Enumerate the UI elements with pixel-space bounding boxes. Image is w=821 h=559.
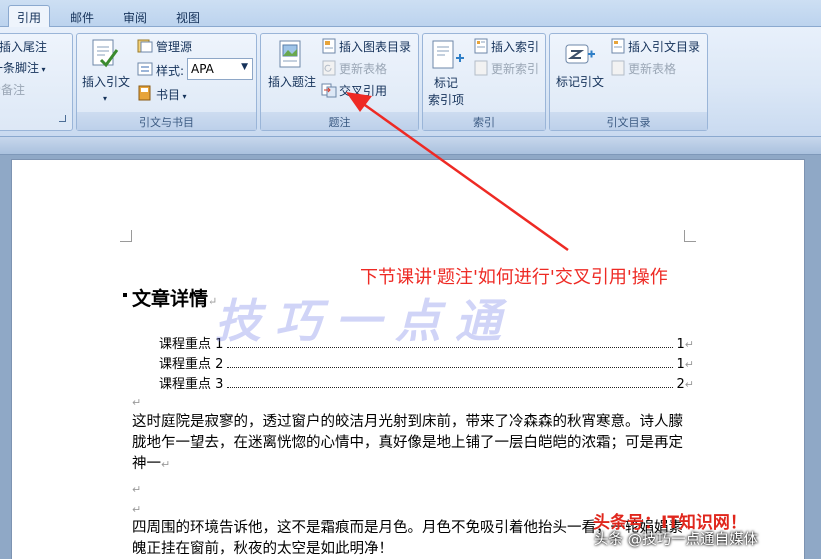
- credit-watermark: 头条 @技巧一点通自媒体: [594, 532, 759, 548]
- watermark-logo: 技巧一点通: [215, 294, 515, 348]
- annotation-text: 下节课讲'题注'如何进行'交叉引用'操作: [360, 267, 668, 288]
